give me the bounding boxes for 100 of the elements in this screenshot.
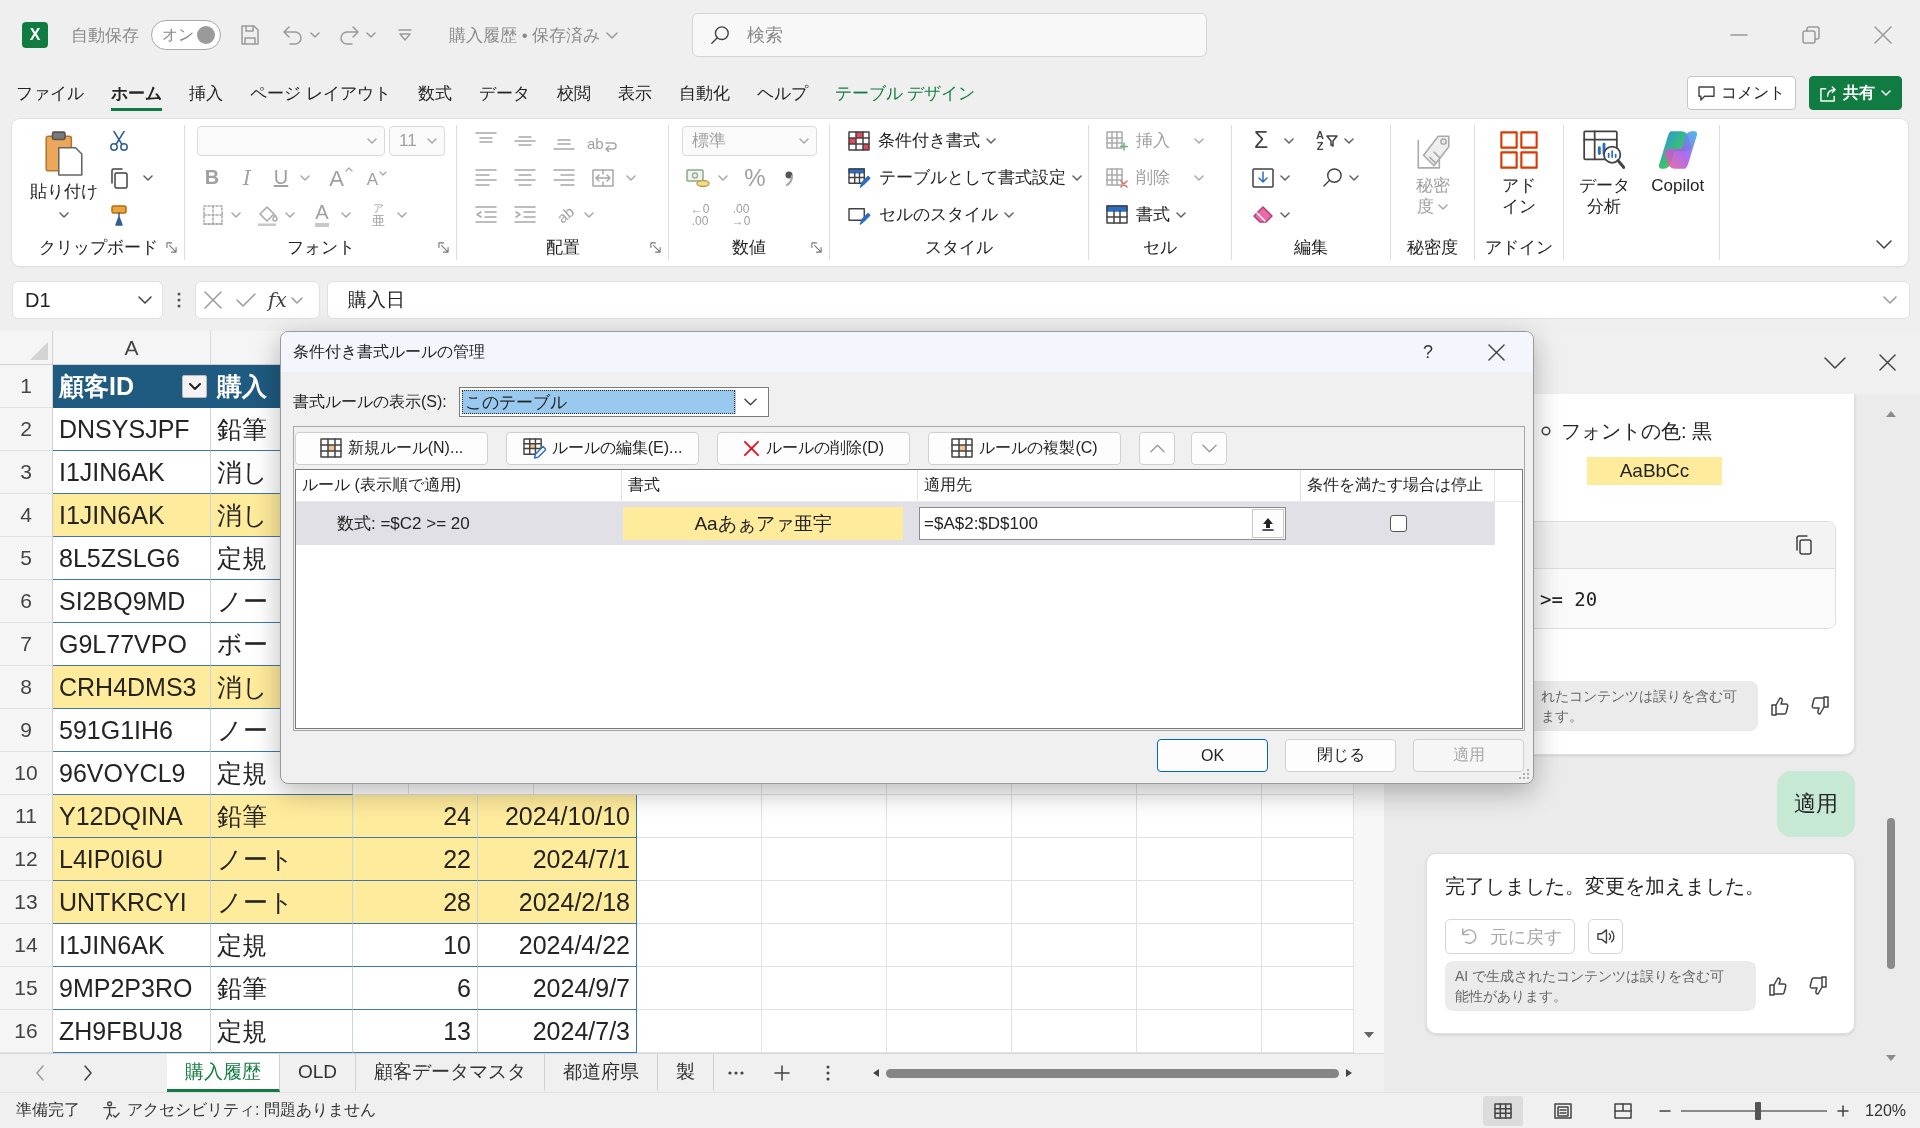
money-icon[interactable]	[686, 167, 710, 188]
caret-icon[interactable]	[1344, 137, 1354, 144]
more-sheets-icon[interactable]	[728, 1071, 745, 1075]
collapse-ribbon-icon[interactable]	[1876, 240, 1892, 249]
row-header[interactable]: 4	[0, 494, 53, 537]
row-header[interactable]: 9	[0, 709, 53, 752]
accessibility-status[interactable]: アクセシビリティ: 問題ありません	[127, 1100, 376, 1121]
copilot-button[interactable]: Copilot	[1651, 122, 1705, 234]
ribbon-tab[interactable]: ファイル	[16, 75, 84, 111]
rule-row[interactable]: 数式: =$C2 >= 20 Aaあぁアァ亜宇 =$A$2:$D$100	[296, 502, 1495, 545]
edit-rule-button[interactable]: ルールの編集(E)...	[506, 431, 699, 465]
ribbon-tab[interactable]: ページ レイアウト	[250, 75, 391, 111]
redo-icon[interactable]	[338, 25, 360, 45]
scroll-right-icon[interactable]	[1345, 1068, 1353, 1078]
row-header[interactable]: 3	[0, 451, 53, 494]
save-icon[interactable]	[239, 24, 261, 46]
normal-view-button[interactable]	[1483, 1095, 1524, 1126]
ribbon-tab[interactable]: テーブル デザイン	[834, 75, 976, 111]
row-header[interactable]: 6	[0, 580, 53, 623]
row-header[interactable]: 11	[0, 795, 53, 838]
chevron-down-icon[interactable]	[1824, 356, 1846, 369]
formula-input[interactable]: 購入日	[327, 281, 1910, 319]
ribbon-tab[interactable]: 校閲	[556, 75, 591, 111]
filter-button[interactable]	[182, 374, 207, 398]
row-header[interactable]: 1	[0, 365, 53, 408]
ribbon-tab[interactable]: 表示	[617, 75, 652, 111]
more-options-icon[interactable]	[177, 292, 181, 308]
close-dialog-button[interactable]: 閉じる	[1285, 739, 1396, 772]
scroll-down-icon[interactable]	[1885, 1054, 1897, 1062]
cancel-icon[interactable]	[204, 291, 222, 309]
caret-icon[interactable]	[143, 174, 153, 181]
help-button[interactable]: ?	[1405, 332, 1451, 372]
paste-button[interactable]: 貼り付け	[31, 122, 97, 234]
previous-sheet-icon[interactable]	[35, 1065, 45, 1081]
borders-icon[interactable]	[203, 204, 223, 225]
thumbs-down-icon[interactable]	[1808, 976, 1828, 996]
fill-down-icon[interactable]	[1252, 167, 1274, 188]
copy-icon[interactable]	[109, 166, 129, 189]
name-box[interactable]: D1	[12, 281, 163, 319]
paintbrush-icon[interactable]	[109, 203, 129, 226]
delete-rule-button[interactable]: ルールの削除(D)	[717, 431, 910, 465]
thumbs-down-icon[interactable]	[1810, 696, 1830, 716]
add-sheet-icon[interactable]	[774, 1065, 791, 1081]
stop-if-true-checkbox[interactable]	[1389, 515, 1407, 532]
close-icon[interactable]	[1879, 354, 1896, 371]
caret-icon[interactable]	[1280, 211, 1290, 218]
scroll-down-icon[interactable]	[1363, 1031, 1375, 1039]
zoom-level[interactable]: 120%	[1865, 1101, 1906, 1120]
ribbon-tab[interactable]: データ	[478, 75, 530, 111]
customize-toolbar-icon[interactable]	[398, 29, 412, 41]
ribbon-tab[interactable]: 数式	[417, 75, 452, 111]
applies-to-field[interactable]: =$A$2:$D$100	[919, 507, 1286, 540]
restore-icon[interactable]	[1802, 26, 1820, 44]
eraser-icon[interactable]	[1252, 205, 1274, 224]
row-header[interactable]: 2	[0, 408, 53, 451]
caret-icon[interactable]	[986, 137, 996, 144]
zoom-slider-thumb[interactable]	[1755, 1101, 1762, 1120]
copy-icon[interactable]	[1795, 535, 1813, 555]
autosave-toggle[interactable]: オン	[151, 20, 221, 50]
conditional-formatting-button[interactable]: 条件付き書式	[848, 122, 1088, 159]
undo-icon[interactable]	[282, 25, 304, 45]
format-cells-button[interactable]: 書式	[1106, 196, 1231, 233]
data-analysis-button[interactable]: データ 分析	[1578, 122, 1630, 234]
resize-grip-icon[interactable]	[1518, 768, 1530, 780]
dialog-launcher-icon[interactable]	[166, 241, 177, 253]
caret-icon[interactable]	[1176, 211, 1186, 218]
row-header[interactable]: 12	[0, 838, 53, 881]
row-header[interactable]: 13	[0, 881, 53, 924]
search-icon[interactable]	[1322, 167, 1343, 188]
scroll-up-icon[interactable]	[1885, 410, 1897, 418]
row-header[interactable]: 16	[0, 1010, 53, 1053]
accessibility-icon[interactable]	[102, 1101, 121, 1120]
rule-scope-dropdown[interactable]: このテーブル	[458, 387, 769, 417]
format-as-table-button[interactable]: テーブルとして書式設定	[848, 159, 1088, 196]
scroll-left-icon[interactable]	[872, 1068, 880, 1078]
sheet-tab[interactable]: 購入履歴	[167, 1054, 280, 1092]
scissors-icon[interactable]	[109, 129, 129, 152]
collapse-dialog-button[interactable]	[1252, 509, 1284, 538]
row-header[interactable]: 8	[0, 666, 53, 709]
caret-icon[interactable]	[1072, 174, 1082, 181]
comma-style-icon[interactable]	[784, 169, 794, 186]
ribbon-tab[interactable]: 挿入	[189, 75, 223, 111]
merge-cells-icon[interactable]	[592, 167, 614, 188]
font-name-field[interactable]	[197, 125, 385, 156]
scrollbar-thumb[interactable]	[886, 1068, 1339, 1078]
ribbon-tab[interactable]: ホーム	[111, 75, 162, 111]
autosum-button[interactable]: Σ	[1248, 125, 1274, 156]
thumbs-up-icon[interactable]	[1768, 976, 1788, 996]
caret-icon[interactable]	[1349, 174, 1359, 181]
new-rule-button[interactable]: 新規ルール(N)...	[295, 431, 488, 465]
caret-icon[interactable]	[138, 296, 152, 304]
ribbon-tab[interactable]: 自動化	[678, 75, 730, 111]
caret-icon[interactable]	[1280, 174, 1290, 181]
zoom-out-icon[interactable]	[1659, 1109, 1672, 1112]
thumbs-up-icon[interactable]	[1770, 696, 1790, 716]
insert-function-button[interactable]: fx	[268, 288, 287, 312]
read-aloud-button[interactable]	[1588, 919, 1623, 954]
expand-icon[interactable]	[1883, 296, 1897, 304]
sort-filter-button[interactable]: A Z	[1314, 125, 1340, 156]
comment-button[interactable]: コメント	[1687, 76, 1796, 110]
